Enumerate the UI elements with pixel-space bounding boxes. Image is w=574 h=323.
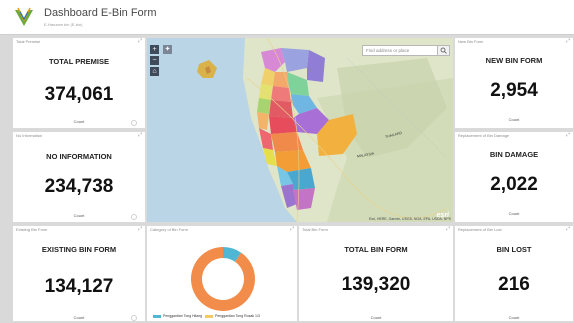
card-bin-lost: Replacement of Bin Lost ⤢ BIN LOST 216 C… xyxy=(454,225,574,322)
chart-legend: Penggantian Tong Hilang Penggantian Tong… xyxy=(153,314,260,318)
indicator-foot: Count xyxy=(370,315,382,320)
legend-swatch xyxy=(153,314,161,318)
indicator-value: 374,061 xyxy=(44,84,114,105)
home-button[interactable]: ⌂ xyxy=(150,67,159,76)
legend-swatch xyxy=(204,314,213,318)
card-category-bin-form: Category of Bin Form ⤢ Penggantian Tong … xyxy=(146,225,298,322)
indicator-value: 134,127 xyxy=(44,276,114,297)
card-head: Total Bin Form xyxy=(302,227,328,232)
indicator-value: 2,022 xyxy=(490,174,538,195)
search-button[interactable] xyxy=(437,45,450,56)
legend-label: Penggantian Tong Rosak xyxy=(214,314,255,318)
indicator-value: 139,320 xyxy=(341,274,411,295)
map-panel[interactable]: THAILAND MALAYSIA Esri, HERE, Garmin, US… xyxy=(146,37,454,223)
indicator-foot: Count xyxy=(73,213,85,218)
indicator-title: BIN LOST xyxy=(496,245,532,254)
expand-icon[interactable]: ⤢ xyxy=(138,38,142,44)
basemap[interactable] xyxy=(147,38,453,222)
card-head: Replacement of Bin Lost xyxy=(458,227,502,232)
card-no-information: No Information ⤢ NO INFORMATION 234,738 … xyxy=(12,131,146,223)
indicator-title: EXISTING BIN FORM xyxy=(41,245,117,254)
zoom-in-button[interactable]: + xyxy=(150,45,159,54)
donut-slice-1[interactable] xyxy=(191,247,255,311)
indicator-title: NO INFORMATION xyxy=(46,152,112,161)
indicator-foot: Count xyxy=(508,315,520,320)
indicator-foot: Count xyxy=(73,119,85,124)
indicator-title: BIN DAMAGE xyxy=(489,150,539,159)
search-icon xyxy=(440,47,447,54)
indicator-value: 2,954 xyxy=(490,80,538,101)
app-logo xyxy=(15,7,33,26)
legend-pager[interactable]: 1/3 xyxy=(255,314,260,318)
expand-icon[interactable]: ⤢ xyxy=(138,226,142,232)
esri-logo: esri xyxy=(436,212,449,219)
expand-icon[interactable]: ⤢ xyxy=(138,132,142,138)
card-head: New Bin Form xyxy=(458,39,484,44)
card-head: Replacement of Bin Damage xyxy=(458,133,510,138)
indicator-value: 216 xyxy=(498,274,530,295)
refresh-icon[interactable] xyxy=(131,315,137,321)
refresh-icon[interactable] xyxy=(131,120,137,126)
app-header: Dashboard E-Bin Form E-Hanzam bin (E-bin… xyxy=(0,0,574,35)
indicator-value: 234,738 xyxy=(44,176,114,197)
donut-chart xyxy=(191,247,255,311)
indicator-title: TOTAL PREMISE xyxy=(48,57,109,66)
card-head: Existing Bin Form xyxy=(16,227,48,232)
card-new-bin-form: New Bin Form ⤢ NEW BIN FORM 2,954 Count xyxy=(454,37,574,129)
page-title: Dashboard E-Bin Form xyxy=(44,7,157,19)
indicator-foot: Count xyxy=(73,315,85,320)
card-total-premise: Total Premise ⤢ TOTAL PREMISE 374,061 Co… xyxy=(12,37,146,129)
expand-icon[interactable]: ⤢ xyxy=(566,38,570,44)
zoom-out-button[interactable]: − xyxy=(150,56,159,65)
expand-icon[interactable]: ⤢ xyxy=(446,226,450,232)
card-head: Total Premise xyxy=(16,39,41,44)
page-subtitle: E-Hanzam bin (E-bin) xyxy=(44,22,83,27)
indicator-foot: Count xyxy=(508,117,520,122)
indicator-title: NEW BIN FORM xyxy=(485,56,543,65)
expand-icon[interactable]: ⤢ xyxy=(566,226,570,232)
card-existing-bin-form: Existing Bin Form ⤢ EXISTING BIN FORM 13… xyxy=(12,225,146,322)
card-total-bin-form: Total Bin Form ⤢ TOTAL BIN FORM 139,320 … xyxy=(298,225,454,322)
card-head: No Information xyxy=(16,133,43,138)
indicator-foot: Count xyxy=(508,211,520,216)
indicator-title: TOTAL BIN FORM xyxy=(344,245,408,254)
card-bin-damage: Replacement of Bin Damage ⤢ BIN DAMAGE 2… xyxy=(454,131,574,223)
refresh-icon[interactable] xyxy=(131,214,137,220)
legend-label: Penggantian Tong Hilang xyxy=(163,314,203,318)
expand-icon[interactable]: ⤢ xyxy=(566,132,570,138)
layers-button[interactable]: ✦ xyxy=(163,45,172,54)
